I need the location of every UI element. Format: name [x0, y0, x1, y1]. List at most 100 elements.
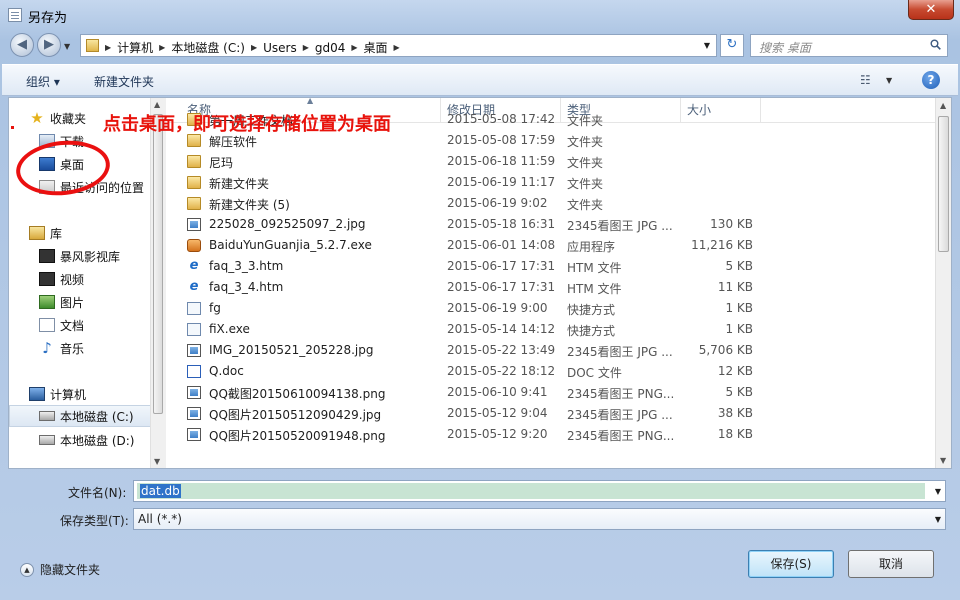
address-dropdown-icon[interactable]: ▼: [704, 41, 710, 50]
cell-date: 2015-05-08 17:42: [447, 112, 556, 126]
search-input[interactable]: 搜索 桌面: [750, 34, 948, 57]
nav-drive-c-label: 本地磁盘 (C:): [60, 409, 134, 424]
nav-libraries[interactable]: 库: [9, 222, 153, 244]
nav-computer[interactable]: 计算机: [9, 383, 153, 405]
view-options-icon[interactable]: ☷: [860, 73, 871, 87]
breadcrumb-desktop[interactable]: 桌面: [364, 39, 388, 56]
address-bar[interactable]: ▶ 计算机 ▶ 本地磁盘 (C:) ▶ Users ▶ gd04 ▶ 桌面 ▶ …: [80, 34, 717, 57]
cell-date: 2015-05-18 16:31: [447, 217, 556, 231]
cell-size: 1 KB: [725, 322, 753, 336]
cell-name: 225028_092525097_2.jpg: [209, 217, 366, 231]
back-button[interactable]: ◀: [10, 33, 34, 57]
cell-type: HTM 文件: [567, 282, 622, 296]
computer-icon: [29, 387, 45, 401]
scroll-up-icon[interactable]: ▲: [154, 100, 160, 109]
cell-name: 尼玛: [209, 156, 234, 170]
view-dropdown-icon[interactable]: ▼: [886, 76, 892, 85]
nav-videos-label: 视频: [60, 272, 85, 287]
chevron-right-icon[interactable]: ▶: [394, 43, 400, 52]
chevron-right-icon[interactable]: ▶: [251, 43, 257, 52]
table-row[interactable]: e faq_3_3.htm 2015-06-17 17:31 HTM 文件 5 KB: [169, 256, 935, 277]
library-icon: [29, 226, 45, 240]
table-row[interactable]: fiX.exe 2015-05-14 14:12 快捷方式 1 KB: [169, 319, 935, 340]
table-row[interactable]: BaiduYunGuanjia_5.2.7.exe 2015-06-01 14:0…: [169, 235, 935, 256]
cell-name: faq_3_4.htm: [209, 280, 284, 294]
dialog-title: 另存为: [28, 11, 68, 26]
filename-value[interactable]: dat.db: [140, 484, 181, 498]
nav-drive-c[interactable]: 本地磁盘 (C:): [9, 405, 153, 427]
cell-date: 2015-06-17 17:31: [447, 259, 556, 273]
breadcrumb-drive-c[interactable]: 本地磁盘 (C:): [171, 39, 245, 56]
table-row[interactable]: QQ截图20150610094138.png 2015-06-10 9:41 234…: [169, 382, 935, 403]
cell-type: 文件夹: [567, 114, 604, 128]
scroll-up-icon[interactable]: ▲: [940, 101, 946, 110]
chevron-right-icon[interactable]: ▶: [159, 43, 165, 52]
breadcrumb-users[interactable]: Users: [263, 41, 297, 55]
lnk-file-icon: [187, 302, 201, 315]
jpg-file-icon: [187, 218, 201, 231]
filename-field[interactable]: dat.db ▼: [133, 480, 946, 502]
hide-folders-toggle[interactable]: ▲ 隐藏文件夹: [20, 561, 100, 578]
cell-name: IMG_20150521_205228.jpg: [209, 343, 374, 357]
file-scrollbar[interactable]: ▲ ▼: [935, 98, 951, 468]
help-icon[interactable]: ?: [922, 71, 940, 89]
nav-scroll-thumb[interactable]: [153, 114, 163, 414]
table-row[interactable]: e faq_3_4.htm 2015-06-17 17:31 HTM 文件 11 KB: [169, 277, 935, 298]
table-row[interactable]: Q.doc 2015-05-22 18:12 DOC 文件 12 KB: [169, 361, 935, 382]
table-row[interactable]: 225028_092525097_2.jpg 2015-05-18 16:31 23…: [169, 214, 935, 235]
cell-size: 12 KB: [717, 364, 753, 378]
nav-music[interactable]: ♪ 音乐: [9, 337, 153, 359]
close-button[interactable]: ✕: [908, 0, 954, 20]
savetype-dropdown-icon[interactable]: ▼: [935, 515, 941, 524]
nav-storm-library[interactable]: 暴风影视库: [9, 245, 153, 267]
chevron-right-icon[interactable]: ▶: [105, 43, 111, 52]
filename-dropdown-icon[interactable]: ▼: [935, 487, 941, 496]
exe-file-icon: [187, 239, 201, 252]
cancel-button[interactable]: 取消: [848, 550, 934, 578]
table-row[interactable]: 新建文件夹 (5) 2015-06-19 9:02 文件夹: [169, 193, 935, 214]
breadcrumb-gd04[interactable]: gd04: [315, 41, 346, 55]
scroll-down-icon[interactable]: ▼: [940, 456, 946, 465]
htm-file-icon: e: [189, 258, 199, 273]
organize-button[interactable]: 组织 ▾: [26, 73, 60, 90]
save-button[interactable]: 保存(S): [748, 550, 834, 578]
cell-date: 2015-06-19 9:00: [447, 301, 548, 315]
table-row[interactable]: IMG_20150521_205228.jpg 2015-05-22 13:49 2…: [169, 340, 935, 361]
cell-type: 2345看图王 JPG ...: [567, 219, 673, 233]
folder-file-icon: [187, 176, 201, 189]
cell-name: 新建文件夹 (5): [209, 198, 290, 212]
cell-date: 2015-06-01 14:08: [447, 238, 556, 252]
star-icon: ★: [30, 109, 44, 127]
savetype-select[interactable]: All (*.*) ▼: [133, 508, 946, 530]
breadcrumb-computer[interactable]: 计算机: [117, 39, 153, 56]
cell-size: 5 KB: [725, 385, 753, 399]
table-row[interactable]: fg 2015-06-19 9:00 快捷方式 1 KB: [169, 298, 935, 319]
cell-type: 文件夹: [567, 135, 604, 149]
nav-videos[interactable]: 视频: [9, 268, 153, 290]
drive-icon: [39, 435, 55, 445]
new-folder-button[interactable]: 新建文件夹: [94, 73, 154, 90]
nav-drive-d[interactable]: 本地磁盘 (D:): [9, 429, 153, 451]
file-scroll-thumb[interactable]: [938, 116, 949, 252]
table-row[interactable]: QQ图片20150520091948.png 2015-05-12 9:20 234…: [169, 424, 935, 445]
recent-pages-dropdown-icon[interactable]: ▼: [64, 42, 70, 51]
chevron-right-icon[interactable]: ▶: [303, 43, 309, 52]
breadcrumb: ▶ 计算机 ▶ 本地磁盘 (C:) ▶ Users ▶ gd04 ▶ 桌面 ▶: [105, 39, 400, 56]
nav-scrollbar[interactable]: ▲ ▼: [150, 98, 166, 468]
lnk-file-icon: [187, 323, 201, 336]
save-as-dialog: 另存为 ✕ ◀ ▶ ▼ ▶ 计算机 ▶ 本地磁盘 (C:) ▶ Users ▶ …: [0, 0, 960, 600]
scroll-down-icon[interactable]: ▼: [154, 457, 160, 466]
cell-size: 5,706 KB: [698, 343, 753, 357]
filename-value-box[interactable]: dat.db: [137, 483, 925, 499]
music-icon: ♪: [42, 339, 52, 357]
nav-documents[interactable]: 文档: [9, 314, 153, 336]
table-row[interactable]: QQ图片20150512090429.jpg 2015-05-12 9:04 234…: [169, 403, 935, 424]
table-row[interactable]: 新建文件夹 2015-06-19 11:17 文件夹: [169, 172, 935, 193]
table-row[interactable]: 尼玛 2015-06-18 11:59 文件夹: [169, 151, 935, 172]
search-icon[interactable]: [930, 39, 941, 50]
cell-type: 快捷方式: [567, 303, 616, 317]
refresh-button[interactable]: ↻: [720, 34, 744, 57]
nav-pictures[interactable]: 图片: [9, 291, 153, 313]
forward-button[interactable]: ▶: [37, 33, 61, 57]
chevron-right-icon[interactable]: ▶: [351, 43, 357, 52]
